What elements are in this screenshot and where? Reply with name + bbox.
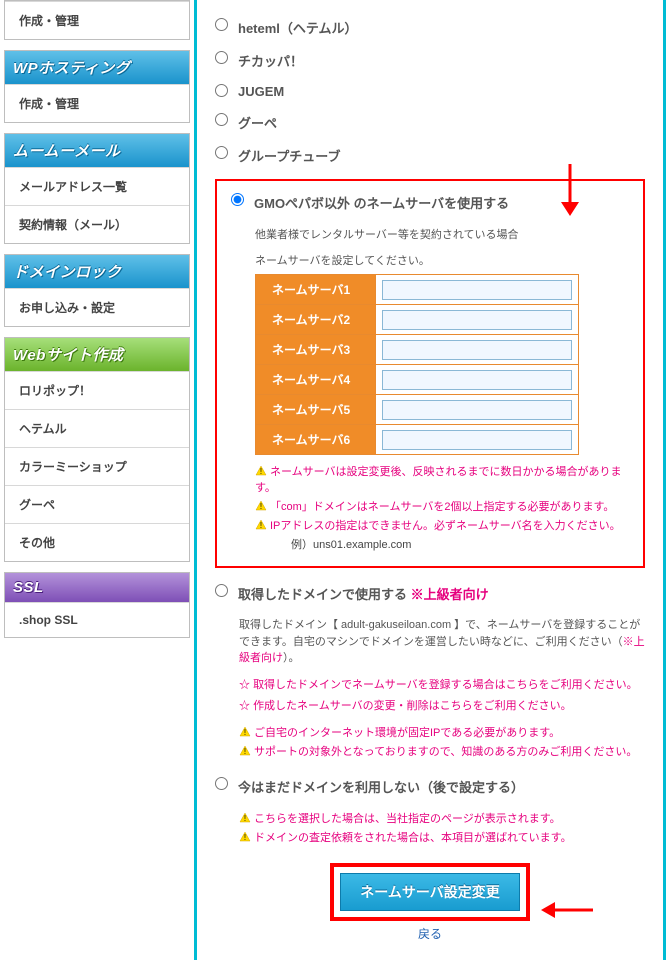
- sidebar-header: ドメインロック: [5, 255, 189, 288]
- radio-input[interactable]: [215, 18, 228, 31]
- svg-text:!: !: [260, 467, 262, 476]
- nameserver-table: ネームサーバ1 ネームサーバ2 ネームサーバ3 ネームサーバ4 ネームサーバ5 …: [255, 274, 579, 455]
- svg-text:!: !: [260, 521, 262, 530]
- ns-input-1[interactable]: [382, 280, 572, 300]
- provider-option[interactable]: グループチューブ: [215, 146, 645, 165]
- example-text: 例）uns01.example.com: [291, 536, 629, 552]
- warn-item: !ドメインの査定依頼をされた場合は、本項目が選ばれています。: [239, 829, 645, 845]
- no-use-option[interactable]: 今はまだドメインを利用しない（後で設定する）: [215, 777, 645, 796]
- warning-icon: !: [255, 500, 267, 513]
- sidebar-item[interactable]: お申し込み・設定: [5, 288, 189, 326]
- external-ns-label: GMOペパボ以外 のネームサーバを使用する: [254, 193, 509, 212]
- ns-input-3[interactable]: [382, 340, 572, 360]
- external-ns-instruction: ネームサーバを設定してください。: [255, 252, 629, 268]
- main-content: heteml（ヘテムル） チカッパ！ JUGEM グーペ グループチューブ GM…: [194, 0, 666, 960]
- warning-icon: !: [255, 519, 267, 532]
- sidebar-item[interactable]: その他: [5, 523, 189, 561]
- ns-input-4[interactable]: [382, 370, 572, 390]
- provider-option[interactable]: チカッパ！: [215, 51, 645, 70]
- side-group: ムームーメール メールアドレス一覧 契約情報（メール）: [4, 133, 190, 244]
- svg-text:!: !: [244, 833, 246, 842]
- provider-option[interactable]: heteml（ヘテムル）: [215, 18, 645, 37]
- svg-text:!: !: [260, 502, 262, 511]
- provider-option[interactable]: グーペ: [215, 113, 645, 132]
- warn-list: !こちらを選択した場合は、当社指定のページが表示されます。 !ドメインの査定依頼…: [239, 810, 645, 845]
- ns-label: ネームサーバ2: [256, 305, 376, 335]
- radio-input[interactable]: [215, 51, 228, 64]
- svg-text:!: !: [244, 747, 246, 756]
- external-ns-box: GMOペパボ以外 のネームサーバを使用する 他業者様でレンタルサーバー等を契約さ…: [215, 179, 645, 568]
- sidebar: 作成・管理 WPホスティング 作成・管理 ムームーメール メールアドレス一覧 契…: [0, 0, 194, 960]
- ns-label: ネームサーバ3: [256, 335, 376, 365]
- sidebar-item[interactable]: メールアドレス一覧: [5, 167, 189, 205]
- warn-item: !ご自宅のインターネット環境が固定IPである必要があります。: [239, 724, 645, 740]
- svg-text:!: !: [244, 728, 246, 737]
- sidebar-item[interactable]: グーペ: [5, 485, 189, 523]
- radio-input[interactable]: [215, 84, 228, 97]
- submit-highlight-box: ネームサーバ設定変更: [330, 863, 530, 921]
- warn-item: !こちらを選択した場合は、当社指定のページが表示されます。: [239, 810, 645, 826]
- ns-label: ネームサーバ5: [256, 395, 376, 425]
- provider-option[interactable]: JUGEM: [215, 84, 645, 99]
- svg-text:!: !: [244, 814, 246, 823]
- warn-list: !ご自宅のインターネット環境が固定IPである必要があります。 !サポートの対象外…: [239, 724, 645, 759]
- warn-item: !ネームサーバは設定変更後、反映されるまでに数日かかる場合があります。: [255, 463, 629, 495]
- radio-input[interactable]: [215, 584, 228, 597]
- side-group: 作成・管理: [4, 0, 190, 40]
- ns-label: ネームサーバ1: [256, 275, 376, 305]
- side-group: WPホスティング 作成・管理: [4, 50, 190, 123]
- radio-input[interactable]: [231, 193, 244, 206]
- ns-input-2[interactable]: [382, 310, 572, 330]
- provider-label: heteml（ヘテムル）: [238, 18, 358, 37]
- sidebar-header: ムームーメール: [5, 134, 189, 167]
- warning-icon: !: [255, 465, 267, 478]
- radio-input[interactable]: [215, 113, 228, 126]
- arrow-left-icon: [539, 899, 595, 924]
- sidebar-item[interactable]: ヘテムル: [5, 409, 189, 447]
- ns-label: ネームサーバ4: [256, 365, 376, 395]
- ns-input-6[interactable]: [382, 430, 572, 450]
- external-ns-subnote: 他業者様でレンタルサーバー等を契約されている場合: [255, 226, 629, 242]
- warning-icon: !: [239, 831, 251, 844]
- own-domain-option[interactable]: 取得したドメインで使用する ※上級者向け: [215, 584, 645, 603]
- warn-item: !サポートの対象外となっておりますので、知識のある方のみご利用ください。: [239, 743, 645, 759]
- warn-list: !ネームサーバは設定変更後、反映されるまでに数日かかる場合があります。 !「co…: [255, 463, 629, 552]
- own-domain-label: 取得したドメインで使用する ※上級者向け: [238, 584, 489, 603]
- sidebar-header: Webサイト作成: [5, 338, 189, 371]
- warning-icon: !: [239, 812, 251, 825]
- warning-icon: !: [239, 726, 251, 739]
- sidebar-item[interactable]: 契約情報（メール）: [5, 205, 189, 243]
- side-group: ドメインロック お申し込み・設定: [4, 254, 190, 327]
- sidebar-item[interactable]: ロリポップ！: [5, 371, 189, 409]
- sidebar-item[interactable]: .shop SSL: [5, 602, 189, 637]
- own-domain-desc: 取得したドメイン【 adult-gakuseiloan.com 】で、ネームサー…: [239, 617, 645, 667]
- radio-input[interactable]: [215, 146, 228, 159]
- sidebar-item[interactable]: 作成・管理: [5, 84, 189, 122]
- sidebar-header: SSL: [5, 573, 189, 602]
- submit-button[interactable]: ネームサーバ設定変更: [340, 873, 520, 911]
- info-line: ☆ 作成したネームサーバの変更・削除はこちらをご利用ください。: [239, 698, 645, 716]
- sidebar-header: WPホスティング: [5, 51, 189, 84]
- radio-input[interactable]: [215, 777, 228, 790]
- external-ns-option[interactable]: GMOペパボ以外 のネームサーバを使用する: [231, 193, 629, 212]
- ns-label: ネームサーバ6: [256, 425, 376, 455]
- sidebar-item[interactable]: カラーミーショップ: [5, 447, 189, 485]
- no-use-label: 今はまだドメインを利用しない（後で設定する）: [238, 777, 524, 796]
- warn-item: !IPアドレスの指定はできません。必ずネームサーバ名を入力ください。: [255, 517, 629, 533]
- provider-label: グループチューブ: [238, 146, 340, 165]
- provider-label: チカッパ！: [238, 51, 303, 70]
- side-group: Webサイト作成 ロリポップ！ ヘテムル カラーミーショップ グーペ その他: [4, 337, 190, 562]
- side-group: SSL .shop SSL: [4, 572, 190, 638]
- info-line: ☆ 取得したドメインでネームサーバを登録する場合はこちらをご利用ください。: [239, 677, 645, 695]
- back-link[interactable]: 戻る: [215, 925, 645, 942]
- ns-input-5[interactable]: [382, 400, 572, 420]
- warning-icon: !: [239, 745, 251, 758]
- warn-item: !「com」ドメインはネームサーバを2個以上指定する必要があります。: [255, 498, 629, 514]
- sidebar-item[interactable]: 作成・管理: [5, 1, 189, 39]
- provider-label: グーペ: [238, 113, 277, 132]
- provider-label: JUGEM: [238, 84, 284, 99]
